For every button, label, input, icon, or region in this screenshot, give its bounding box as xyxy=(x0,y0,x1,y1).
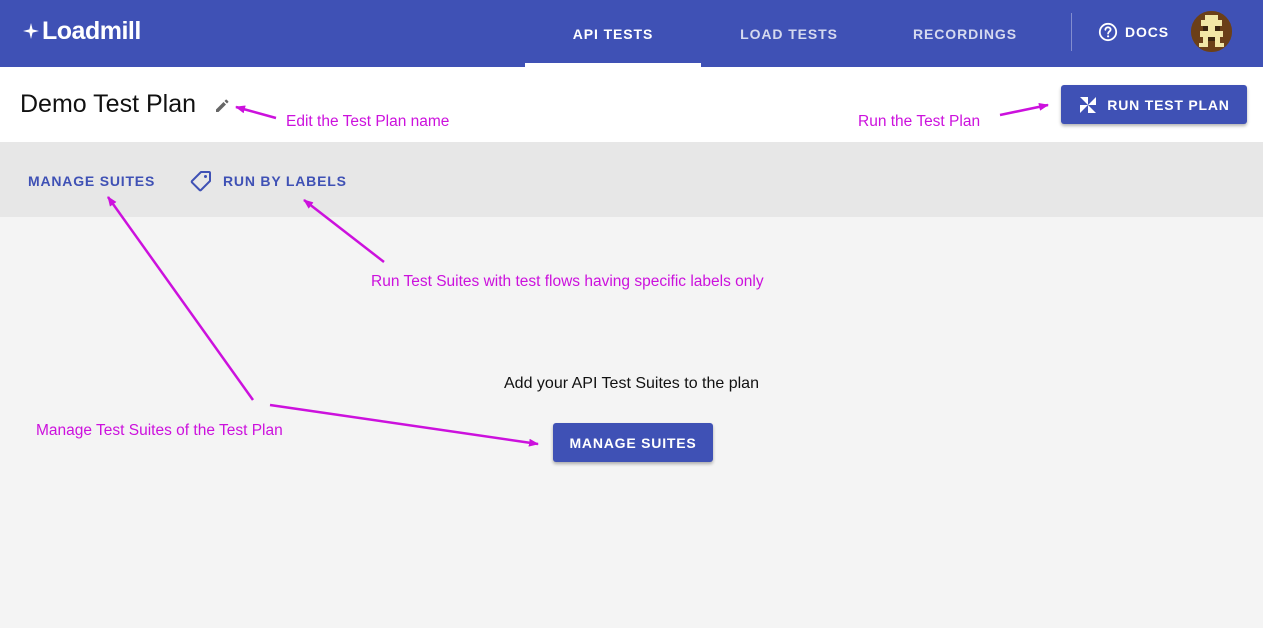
manage-suites-label: MANAGE SUITES xyxy=(28,173,156,189)
tab-label: RECORDINGS xyxy=(913,25,1017,42)
tab-label: API TESTS xyxy=(572,25,654,42)
pinwheel-icon xyxy=(1080,96,1097,113)
logo-text: Loadmill xyxy=(42,16,141,45)
page-title: Demo Test Plan xyxy=(20,90,197,118)
help-circle-icon xyxy=(1098,22,1118,42)
annotation-run-by-labels: Run Test Suites with test flows having s… xyxy=(371,273,764,290)
user-avatar[interactable] xyxy=(1191,11,1232,52)
run-by-labels-link[interactable]: RUN BY LABELS xyxy=(188,168,347,194)
tab-api-tests[interactable]: API TESTS xyxy=(525,0,701,67)
loadmill-logo[interactable]: Loadmill xyxy=(22,16,141,46)
annotation-run-plan: Run the Test Plan xyxy=(858,113,981,130)
arrow-manage-suites-top xyxy=(106,196,255,401)
run-by-labels-label: RUN BY LABELS xyxy=(223,173,347,189)
pencil-icon[interactable] xyxy=(214,98,230,114)
run-test-plan-button[interactable]: RUN TEST PLAN xyxy=(1061,85,1247,124)
app-bar: Loadmill API TESTS LOAD TESTS RECORDINGS… xyxy=(0,0,1263,67)
annotation-manage-suites: Manage Test Suites of the Test Plan xyxy=(36,422,283,439)
tab-load-tests[interactable]: LOAD TESTS xyxy=(701,0,877,67)
docs-link[interactable]: DOCS xyxy=(1098,21,1169,43)
avatar-image xyxy=(1191,11,1232,52)
docs-label: DOCS xyxy=(1125,24,1170,40)
run-test-plan-label: RUN TEST PLAN xyxy=(1107,96,1230,113)
arrow-manage-suites-button xyxy=(269,403,539,447)
label-tag-icon xyxy=(190,171,211,192)
manage-suites-button[interactable]: MANAGE SUITES xyxy=(553,423,713,462)
manage-suites-link[interactable]: MANAGE SUITES xyxy=(28,172,155,190)
annotation-edit-name: Edit the Test Plan name xyxy=(286,113,450,130)
sparkle-icon xyxy=(23,23,39,39)
manage-suites-button-label: MANAGE SUITES xyxy=(569,434,697,451)
nav-divider xyxy=(1071,13,1072,51)
empty-state-message: Add your API Test Suites to the plan xyxy=(504,375,759,392)
tab-recordings[interactable]: RECORDINGS xyxy=(877,0,1053,67)
tab-label: LOAD TESTS xyxy=(740,25,838,42)
